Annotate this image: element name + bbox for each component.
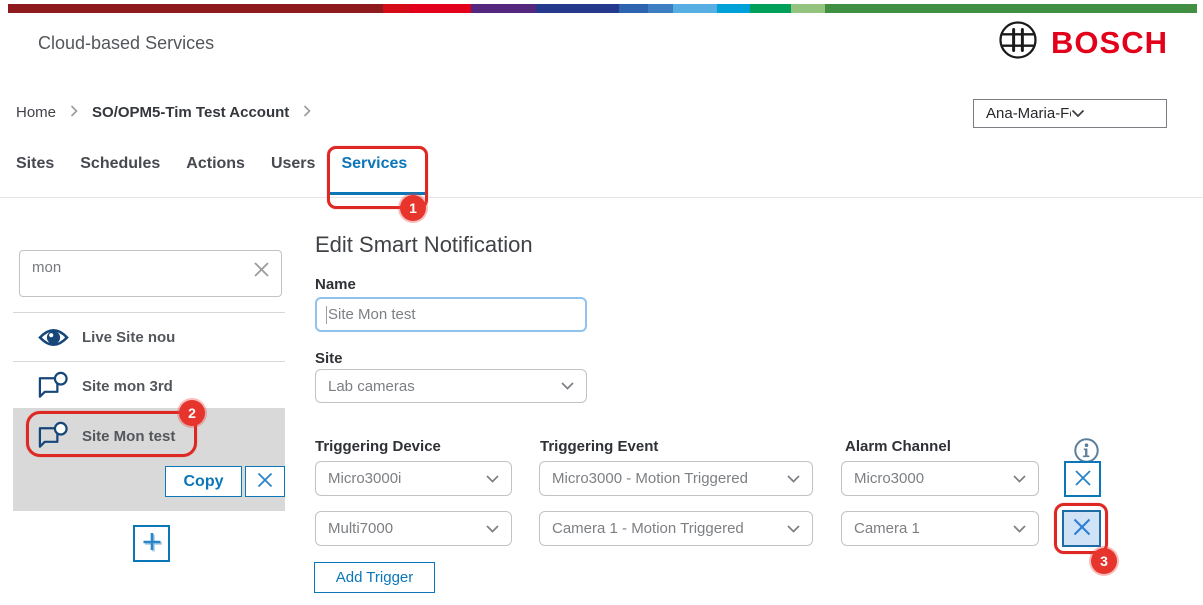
chevron-right-icon [303,104,311,121]
select-value: Micro3000 - Motion Triggered [552,470,787,487]
tab-schedules[interactable]: Schedules [80,155,160,173]
site-search [19,250,282,297]
notification-bubble-icon [37,371,69,401]
sidebar-item-live-site-nou[interactable]: Live Site nou [13,313,285,361]
breadcrumb-account-link[interactable]: SO/OPM5-Tim Test Account [92,104,289,121]
column-header-event: Triggering Event [540,438,658,455]
site-label: Site [315,350,343,367]
select-value: Camera 1 [854,520,1013,537]
add-site-button[interactable] [133,525,170,562]
chevron-down-icon [787,525,800,533]
brand-stripe-segment [717,4,750,13]
alarm-channel-select-row1[interactable]: Micro3000 [841,461,1039,496]
chevron-down-icon [486,525,499,533]
select-value: Micro3000 [854,470,1013,487]
chevron-down-icon [561,382,574,390]
brand-stripe-segment [750,4,792,13]
brand-stripe-segment [673,4,717,13]
brand-stripe-segment [410,4,471,13]
annotation-badge-1: 1 [400,195,426,221]
copy-site-button[interactable]: Copy [165,466,242,497]
brand-stripe-segment [536,4,619,13]
sidebar-item-label: Live Site nou [82,329,175,346]
trigger-event-select-row1[interactable]: Micro3000 - Motion Triggered [539,461,813,496]
brand-stripe-segment [791,4,824,13]
delete-site-button[interactable] [245,466,285,497]
tab-users[interactable]: Users [271,155,315,173]
clear-search-icon[interactable] [252,260,271,284]
breadcrumb-home-link[interactable]: Home [16,104,56,121]
bosch-logo: BOSCH [997,19,1168,66]
remove-trigger-button-row1[interactable] [1064,461,1101,497]
select-value: Camera 1 - Motion Triggered [552,520,787,537]
chevron-down-icon [1071,105,1156,122]
chevron-right-icon [70,104,78,121]
sidebar-item-label: Site mon 3rd [82,378,173,395]
column-header-channel: Alarm Channel [845,438,951,455]
annotation-box-2 [26,411,197,457]
brand-stripe-segment [383,4,410,13]
annotation-badge-3: 3 [1091,548,1117,574]
brand-stripe [8,4,1197,13]
brand-stripe-segment [471,4,536,13]
sidebar-item-site-mon-3rd[interactable]: Site mon 3rd [13,362,285,410]
header-divider [0,197,1203,198]
chevron-down-icon [787,475,800,483]
brand-stripe-segment [648,4,673,13]
chevron-down-icon [486,475,499,483]
select-value: Multi7000 [328,520,486,537]
bosch-symbol-icon [997,19,1039,66]
select-value: Micro3000i [328,470,486,487]
close-icon [1072,467,1094,492]
plus-icon [139,529,165,558]
name-label: Name [315,276,356,293]
annotation-box-3 [1054,503,1108,554]
chevron-down-icon [1013,525,1026,533]
account-dropdown-value: Ana-Maria-Feli... [986,105,1071,122]
close-icon [256,471,274,492]
trigger-device-select-row2[interactable]: Multi7000 [315,511,512,546]
chevron-down-icon [1013,475,1026,483]
search-input[interactable] [32,259,252,276]
add-trigger-button[interactable]: Add Trigger [314,562,435,593]
name-field-wrapper [315,297,587,332]
brand-stripe-segment [825,4,1197,13]
text-caret [326,306,327,324]
brand-stripe-segment [619,4,648,13]
trigger-device-select-row1[interactable]: Micro3000i [315,461,512,496]
name-input[interactable] [328,306,558,323]
tab-sites[interactable]: Sites [16,155,54,173]
brand-stripe-segment [8,4,383,13]
trigger-event-select-row2[interactable]: Camera 1 - Motion Triggered [539,511,813,546]
site-select-value: Lab cameras [328,378,561,395]
breadcrumb: Home SO/OPM5-Tim Test Account [16,104,311,121]
column-header-device: Triggering Device [315,438,441,455]
bosch-wordmark: BOSCH [1051,25,1168,61]
alarm-channel-select-row2[interactable]: Camera 1 [841,511,1039,546]
account-dropdown[interactable]: Ana-Maria-Feli... [973,99,1167,128]
form-title: Edit Smart Notification [315,232,533,258]
page-title: Cloud-based Services [38,33,214,54]
tab-actions[interactable]: Actions [186,155,245,173]
annotation-badge-2: 2 [179,400,205,426]
eye-icon [37,326,69,349]
site-select[interactable]: Lab cameras [315,369,587,403]
